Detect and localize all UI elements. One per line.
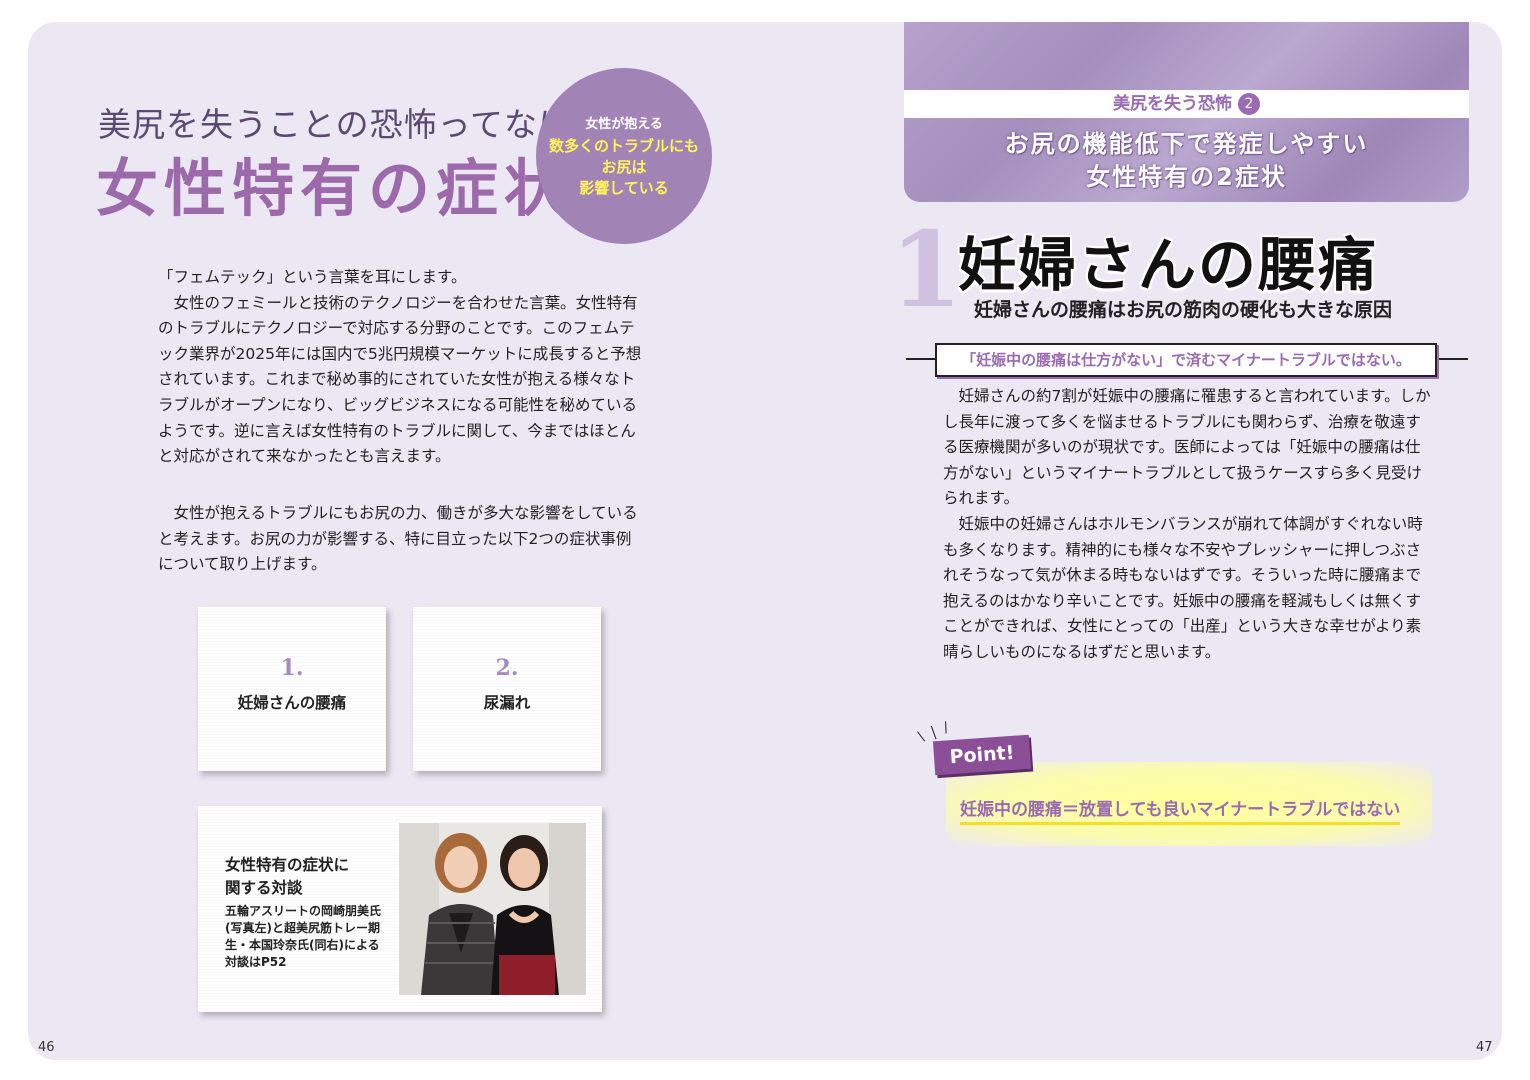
dialogue-card: 女性特有の症状に 関する対談 五輪アスリートの岡崎朋美氏(写真左)と超美尻筋トレ… bbox=[198, 806, 602, 1012]
circle-line-4: 影響している bbox=[579, 179, 669, 197]
page-title: 女性特有の症状 bbox=[96, 152, 573, 225]
card-label: 尿漏れ bbox=[483, 694, 531, 712]
banner-subtitle-line-1: お尻の機能低下で発症しやすい bbox=[1004, 130, 1369, 158]
banner-subtitle-line-2: 女性特有の2症状 bbox=[1086, 163, 1287, 191]
card-number: 2. bbox=[495, 655, 519, 681]
intro-body-2: 女性が抱えるトラブルにもお尻の力、働きが多大な影響をしていると考えます。お尻の力… bbox=[158, 504, 638, 574]
intro-paragraph-1: 「フェムテック」という言葉を耳にします。 女性のフェミールと技術のテクノロジーを… bbox=[158, 265, 644, 470]
page-number-left: 46 bbox=[38, 1040, 55, 1055]
symptom-card-2: 2. 尿漏れ bbox=[413, 607, 601, 771]
section-paragraph-1: 妊婦さんの約7割が妊娠中の腰痛に罹患すると言われています。しかし長年に渡って多く… bbox=[943, 387, 1431, 508]
intro-line: 「フェムテック」という言葉を耳にします。 bbox=[158, 268, 467, 286]
dialogue-title-line-1: 女性特有の症状に bbox=[225, 856, 350, 874]
card-number: 1. bbox=[280, 655, 304, 681]
dialogue-title-line-2: 関する対談 bbox=[225, 879, 303, 897]
circle-line-3: お尻は bbox=[601, 158, 647, 176]
summary-circle: 女性が抱える 数多くのトラブルにも お尻は 影響している bbox=[536, 68, 712, 244]
intro-paragraph-2: 女性が抱えるトラブルにもお尻の力、働きが多大な影響をしていると考えます。お尻の力… bbox=[158, 501, 644, 578]
symptom-card-1: 1. 妊婦さんの腰痛 bbox=[198, 607, 386, 771]
intro-body: 女性のフェミールと技術のテクノロジーを合わせた言葉。女性特有のトラブルにテクノロ… bbox=[158, 293, 642, 466]
boxed-heading: 「妊娠中の腰痛は仕方がない」で済むマイナートラブルではない。 bbox=[935, 343, 1437, 377]
card-label: 妊婦さんの腰痛 bbox=[237, 694, 347, 712]
banner-subtitle: お尻の機能低下で発症しやすい 女性特有の2症状 bbox=[904, 128, 1469, 194]
two-women-photo-image bbox=[399, 823, 586, 995]
dialogue-title: 女性特有の症状に 関する対談 bbox=[225, 854, 349, 900]
section-banner: 美尻を失う恐怖 2 お尻の機能低下で発症しやすい 女性特有の2症状 bbox=[904, 22, 1469, 202]
point-badge: Point! bbox=[932, 734, 1032, 776]
dialogue-photo bbox=[399, 823, 586, 995]
point-text: 妊娠中の腰痛＝放置しても良いマイナートラブルではない bbox=[960, 795, 1401, 825]
section-body: 妊婦さんの約7割が妊娠中の腰痛に罹患すると言われています。しかし長年に渡って多く… bbox=[943, 384, 1431, 666]
circle-line-2: 数多くのトラブルにも bbox=[548, 137, 699, 155]
section-paragraph-2: 妊娠中の妊婦さんはホルモンバランスが崩れて体調がすぐれない時も多くなります。精神… bbox=[943, 514, 1423, 661]
page-number-right: 47 bbox=[1476, 1040, 1493, 1055]
section-title: 妊婦さんの腰痛 bbox=[958, 231, 1379, 299]
banner-label: 美尻を失う恐怖 bbox=[1113, 94, 1232, 114]
magazine-spread: 美尻を失うことの恐怖ってなに？2 女性特有の症状 女性が抱える 数多くのトラブル… bbox=[28, 22, 1502, 1060]
section-number: 1 bbox=[890, 208, 963, 331]
banner-strip: 美尻を失う恐怖 2 bbox=[904, 90, 1469, 118]
dialogue-description: 五輪アスリートの岡崎朋美氏(写真左)と超美尻筋トレー期生・本国玲奈氏(同右)によ… bbox=[225, 904, 382, 969]
banner-number-badge: 2 bbox=[1238, 93, 1260, 115]
circle-line-1: 女性が抱える bbox=[585, 117, 663, 132]
section-subtitle: 妊婦さんの腰痛はお尻の筋肉の硬化も大きな原因 bbox=[974, 299, 1393, 321]
